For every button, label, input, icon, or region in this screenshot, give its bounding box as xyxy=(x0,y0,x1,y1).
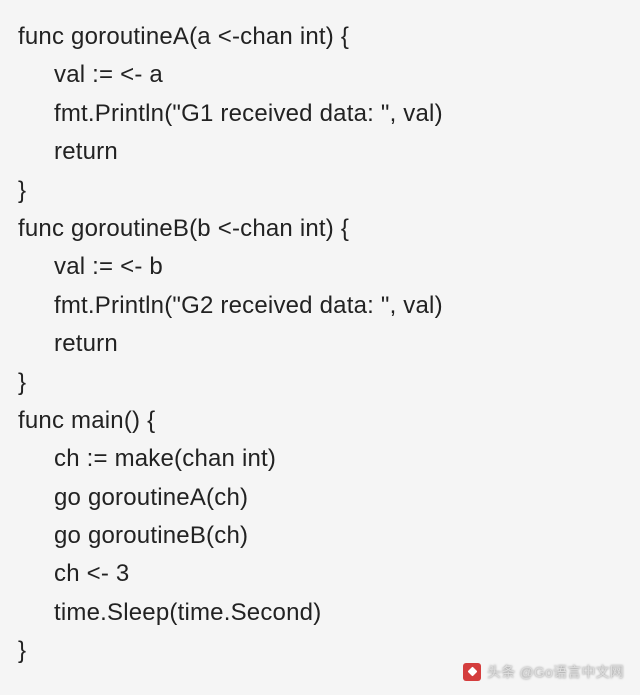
watermark: 头条 @Go语言中文网 xyxy=(459,659,628,685)
code-line: val := <- a xyxy=(18,56,640,94)
toutiao-icon xyxy=(463,663,481,681)
code-line: func goroutineA(a <-chan int) { xyxy=(18,18,640,56)
code-line: func goroutineB(b <-chan int) { xyxy=(18,210,640,248)
code-line: } xyxy=(18,172,640,210)
code-line: } xyxy=(18,364,640,402)
code-line: fmt.Println("G2 received data: ", val) xyxy=(18,287,640,325)
code-block: func goroutineA(a <-chan int) { val := <… xyxy=(18,18,640,671)
code-line: ch := make(chan int) xyxy=(18,440,640,478)
code-line: time.Sleep(time.Second) xyxy=(18,594,640,632)
watermark-text: 头条 @Go语言中文网 xyxy=(487,661,624,683)
code-line: fmt.Println("G1 received data: ", val) xyxy=(18,95,640,133)
code-line: return xyxy=(18,133,640,171)
code-line: ch <- 3 xyxy=(18,555,640,593)
code-line: return xyxy=(18,325,640,363)
code-line: val := <- b xyxy=(18,248,640,286)
code-line: func main() { xyxy=(18,402,640,440)
code-line: go goroutineA(ch) xyxy=(18,479,640,517)
code-line: go goroutineB(ch) xyxy=(18,517,640,555)
